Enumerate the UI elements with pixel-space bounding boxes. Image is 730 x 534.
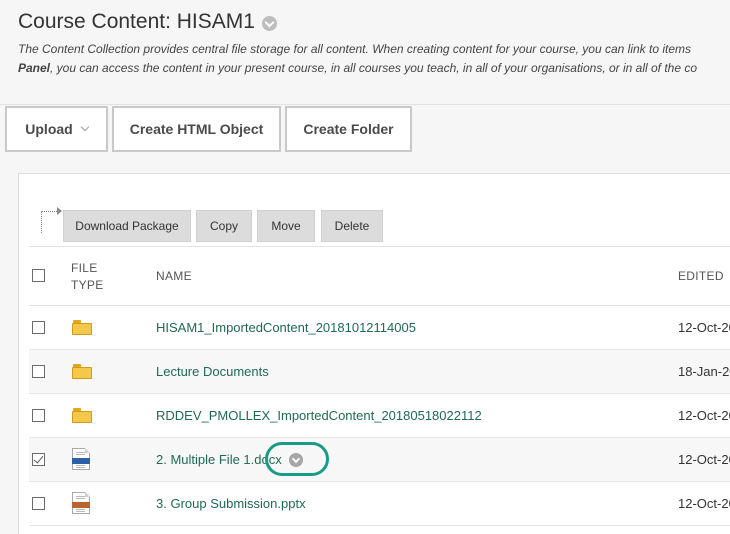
item-edited-date: 12-Oct-20 xyxy=(678,320,730,335)
powerpoint-doc-icon xyxy=(72,492,90,514)
download-package-button[interactable]: Download Package xyxy=(63,210,191,242)
content-panel: Download Package Copy Move Delete FILE T… xyxy=(18,173,730,534)
row-checkbox[interactable] xyxy=(32,365,45,378)
folder-icon xyxy=(72,408,92,423)
item-name-link[interactable]: RDDEV_PMOLLEX_ImportedContent_2018051802… xyxy=(156,408,482,423)
title-row: Course Content: HISAM1 xyxy=(18,10,277,34)
bulk-action-arrow-icon xyxy=(41,207,62,233)
select-all-checkbox[interactable] xyxy=(32,269,45,282)
file-type-header-line-2: TYPE xyxy=(71,278,104,292)
chevron-down-icon[interactable] xyxy=(289,453,303,467)
column-header-edited[interactable]: EDITED xyxy=(678,269,724,283)
item-edited-date: 12-Oct-20 xyxy=(678,496,730,511)
item-name-link[interactable]: Lecture Documents xyxy=(156,364,269,379)
create-folder-button[interactable]: Create Folder xyxy=(285,106,412,152)
row-checkbox[interactable] xyxy=(32,453,45,466)
content-table: FILE TYPE NAME EDITED HISAM1_ImportedCon… xyxy=(29,246,730,526)
page-description: The Content Collection provides central … xyxy=(18,40,730,78)
upload-button[interactable]: Upload xyxy=(5,106,108,152)
folder-icon xyxy=(72,320,92,335)
item-edited-date: 12-Oct-20 xyxy=(678,408,730,423)
delete-button[interactable]: Delete xyxy=(321,210,383,242)
table-row: 3. Group Submission.pptx 12-Oct-20 xyxy=(29,482,730,526)
upload-button-label: Upload xyxy=(25,121,73,137)
create-html-object-button[interactable]: Create HTML Object xyxy=(112,106,281,152)
file-type-header-line-1: FILE xyxy=(71,261,98,275)
description-line-2: Panel, you can access the content in you… xyxy=(18,59,730,78)
row-checkbox[interactable] xyxy=(32,321,45,334)
row-checkbox[interactable] xyxy=(32,409,45,422)
description-bold-word: Panel xyxy=(18,61,51,75)
table-row: RDDEV_PMOLLEX_ImportedContent_2018051802… xyxy=(29,394,730,438)
page-title: Course Content: HISAM1 xyxy=(18,10,255,33)
move-button[interactable]: Move xyxy=(257,210,315,242)
chevron-down-icon[interactable] xyxy=(261,15,277,31)
item-edited-date: 12-Oct-20 xyxy=(678,452,730,467)
description-line-2-text: , you can access the content in your pre… xyxy=(50,61,698,75)
column-header-name[interactable]: NAME xyxy=(156,269,192,283)
description-line-1: The Content Collection provides central … xyxy=(18,42,692,56)
chevron-down-icon xyxy=(80,122,89,132)
table-row: 2. Multiple File 1.docx 12-Oct-20 xyxy=(29,438,730,482)
folder-icon xyxy=(72,364,92,379)
table-header: FILE TYPE NAME EDITED xyxy=(29,246,730,306)
table-row: HISAM1_ImportedContent_20181012114005 12… xyxy=(29,306,730,350)
item-name-link[interactable]: HISAM1_ImportedContent_20181012114005 xyxy=(156,320,416,335)
item-name-link[interactable]: 3. Group Submission.pptx xyxy=(156,496,306,511)
word-doc-icon xyxy=(72,448,90,470)
item-name-link[interactable]: 2. Multiple File 1.docx xyxy=(156,452,282,467)
item-edited-date: 18-Jan-20 xyxy=(678,364,730,379)
column-header-file-type[interactable]: FILE TYPE xyxy=(71,260,104,294)
copy-button[interactable]: Copy xyxy=(196,210,252,242)
action-bar: Upload Create HTML Object Create Folder xyxy=(0,105,730,153)
row-checkbox[interactable] xyxy=(32,497,45,510)
table-row: Lecture Documents 18-Jan-20 xyxy=(29,350,730,394)
